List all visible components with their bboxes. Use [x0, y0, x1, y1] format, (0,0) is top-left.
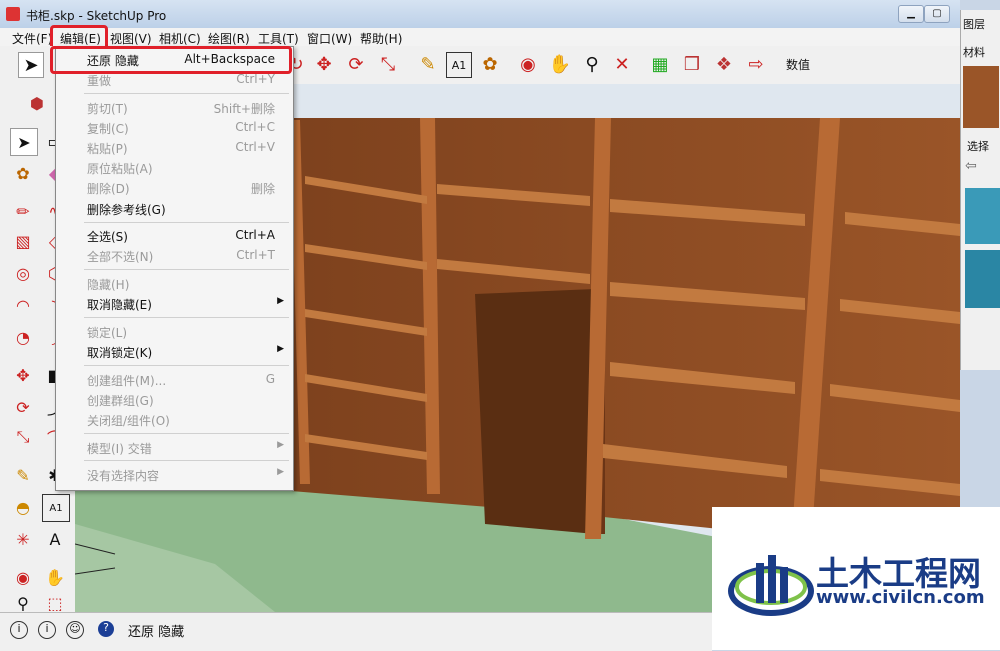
menu-separator — [84, 93, 289, 94]
select-tool-icon[interactable]: ➤ — [18, 52, 44, 78]
value-label: 数值 — [786, 58, 811, 72]
select-icon[interactable]: ➤ — [10, 128, 38, 156]
undo-item-highlight — [50, 46, 292, 74]
menu-item-no-selection[interactable]: 没有选择内容 ▶ — [56, 464, 293, 484]
menu-item-lock[interactable]: 锁定(L) — [56, 321, 293, 341]
select-tab[interactable]: 选择 — [967, 138, 989, 154]
menu-camera[interactable]: 相机(C) — [159, 30, 201, 47]
protractor-icon[interactable]: ◓ — [10, 494, 36, 520]
menu-separator — [84, 317, 289, 318]
submenu-arrow-icon: ▶ — [277, 467, 284, 477]
edit-dropdown-menu: 还原 隐藏 Alt+Backspace 重做 Ctrl+Y 剪切(T) Shift+删… — [55, 46, 294, 491]
menu-item-unlock[interactable]: 取消锁定(K) ▶ — [56, 341, 293, 361]
zoom-icon[interactable]: ⚲ — [580, 52, 604, 76]
window-title: 书柜.skp - SketchUp Pro — [26, 9, 167, 23]
menu-draw[interactable]: 绘图(R) — [208, 30, 250, 47]
model-info-icon[interactable]: ▦ — [648, 52, 672, 76]
rotate-tool-icon[interactable]: ⟳ — [10, 394, 36, 420]
status-bar: i i ☺ ? 还原 隐藏 — [0, 612, 712, 651]
geo-location-icon[interactable]: i — [10, 621, 28, 639]
menu-help[interactable]: 帮助(H) — [360, 30, 402, 47]
menu-item-intersect[interactable]: 模型(I) 交错 ▶ — [56, 437, 293, 457]
back-arrow-icon[interactable]: ⇦ — [965, 158, 977, 174]
sketchup-app-icon — [6, 7, 20, 21]
menu-tools[interactable]: 工具(T) — [258, 30, 299, 47]
submenu-arrow-icon: ▶ — [277, 296, 284, 306]
move-icon[interactable]: ✥ — [312, 52, 336, 76]
menu-separator — [84, 433, 289, 434]
menu-item-delete-guides[interactable]: 删除参考线(G) — [56, 198, 293, 218]
menu-item-unhide[interactable]: 取消隐藏(E) ▶ — [56, 293, 293, 313]
menu-bar: 文件(F) 编辑(E) 视图(V) 相机(C) 绘图(R) 工具(T) 窗口(W… — [0, 28, 960, 46]
menu-item-select-none[interactable]: 全部不选(N) Ctrl+T — [56, 245, 293, 265]
orbit-camera-icon[interactable]: ◉ — [516, 52, 540, 76]
menu-item-make-component[interactable]: 创建组件(M)... G — [56, 369, 293, 389]
menu-view[interactable]: 视图(V) — [110, 30, 152, 47]
tape-measure-icon[interactable]: ✎ — [416, 52, 440, 76]
pie-icon[interactable]: ◔ — [10, 324, 36, 350]
styles-icon[interactable]: ❖ — [712, 52, 736, 76]
pan-tool-icon[interactable]: ✋ — [42, 564, 68, 590]
dimension-icon[interactable]: A1 — [446, 52, 472, 78]
menu-item-delete[interactable]: 删除(D) 删除 — [56, 177, 293, 197]
tape-icon[interactable]: ✎ — [10, 462, 36, 488]
menu-item-paste[interactable]: 粘贴(P) Ctrl+V — [56, 137, 293, 157]
menu-separator — [84, 365, 289, 366]
scale-icon[interactable]: ⤡ — [376, 52, 400, 76]
arc-icon[interactable]: ◠ — [10, 292, 36, 318]
watermark-url: www.civilcn.com — [816, 587, 985, 608]
components-icon[interactable]: ❒ — [680, 52, 704, 76]
rotate-icon[interactable]: ⟳ — [344, 52, 368, 76]
watermark-logo: 土木工程网 www.civilcn.com — [712, 507, 1000, 650]
menu-file[interactable]: 文件(F) — [12, 30, 52, 47]
paint-icon[interactable]: ✿ — [10, 160, 36, 186]
orbit-tool-icon[interactable]: ◉ — [10, 564, 36, 590]
menu-item-select-all[interactable]: 全选(S) Ctrl+A — [56, 225, 293, 245]
dimension-tool-icon[interactable]: A1 — [42, 494, 70, 522]
pencil-icon[interactable]: ✏ — [10, 198, 36, 224]
water-material-swatch-2[interactable] — [965, 250, 1000, 308]
help-icon[interactable]: ? — [98, 621, 114, 637]
scale-tool-icon[interactable]: ⤡ — [10, 424, 36, 450]
user-icon[interactable]: ☺ — [66, 621, 84, 639]
minimize-button[interactable]: ▁ — [898, 5, 924, 23]
paint-bucket-icon[interactable]: ✿ — [478, 52, 502, 76]
maximize-button[interactable]: ▢ — [924, 5, 950, 23]
water-material-swatch-1[interactable] — [965, 188, 1000, 244]
move-tool-icon[interactable]: ✥ — [10, 362, 36, 388]
menu-item-hide[interactable]: 隐藏(H) — [56, 273, 293, 293]
current-material-swatch[interactable] — [963, 66, 999, 128]
right-tray: 图层 材料 选择 ⇦ — [960, 10, 1000, 370]
3d-text-icon[interactable]: A — [42, 526, 68, 552]
menu-separator — [84, 222, 289, 223]
menu-item-copy[interactable]: 复制(C) Ctrl+C — [56, 117, 293, 137]
menu-item-make-group[interactable]: 创建群组(G) — [56, 389, 293, 409]
zoom-extents-icon[interactable]: ✕ — [610, 52, 634, 76]
submenu-arrow-icon: ▶ — [277, 344, 284, 354]
export-icon[interactable]: ⇨ — [744, 52, 768, 76]
civilcn-logo-icon — [728, 555, 814, 616]
layers-tab[interactable]: 图层 — [963, 16, 985, 32]
menu-item-cut[interactable]: 剪切(T) Shift+删除 — [56, 97, 293, 117]
eraser-icon[interactable]: ⬢ — [24, 90, 50, 116]
pan-icon[interactable]: ✋ — [548, 52, 572, 76]
materials-tab[interactable]: 材料 — [963, 44, 985, 60]
credits-icon[interactable]: i — [38, 621, 56, 639]
submenu-arrow-icon: ▶ — [277, 440, 284, 450]
menu-separator — [84, 269, 289, 270]
rectangle-icon[interactable]: ▧ — [10, 228, 36, 254]
menu-separator — [84, 460, 289, 461]
status-text: 还原 隐藏 — [128, 625, 185, 640]
title-bar: 书柜.skp - SketchUp Pro ▁ ▢ — [0, 0, 960, 29]
circle-icon[interactable]: ◎ — [10, 260, 36, 286]
menu-item-paste-in-place[interactable]: 原位粘贴(A) — [56, 157, 293, 177]
menu-item-close-group[interactable]: 关闭组/组件(O) — [56, 409, 293, 429]
menu-window[interactable]: 窗口(W) — [307, 30, 352, 47]
axes-icon[interactable]: ✳ — [10, 526, 36, 552]
